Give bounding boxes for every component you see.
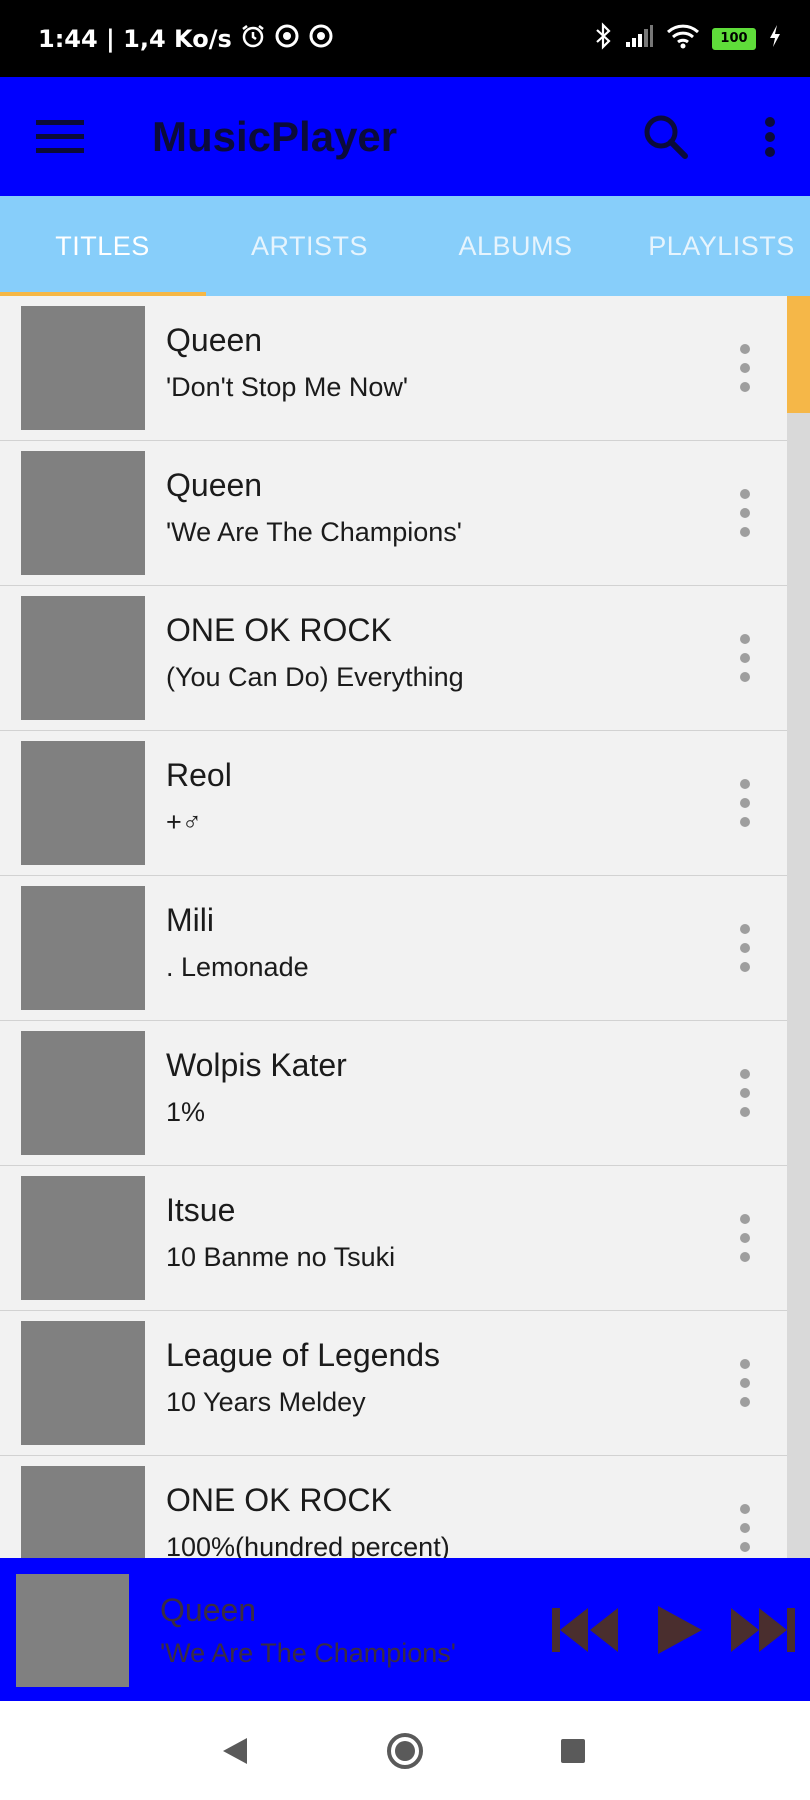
battery-icon: 100 xyxy=(712,27,756,50)
song-artist: ONE OK ROCK xyxy=(166,612,392,648)
more-vert-icon[interactable] xyxy=(730,779,760,827)
back-icon[interactable] xyxy=(205,1701,265,1800)
more-vert-icon[interactable] xyxy=(740,107,800,167)
song-row[interactable]: ONE OK ROCK (You Can Do) Everything xyxy=(0,586,787,731)
album-art xyxy=(21,1321,145,1445)
song-title: 'We Are The Champions' xyxy=(166,517,462,547)
play-icon[interactable] xyxy=(656,1558,704,1701)
notification-icon xyxy=(308,23,334,55)
wifi-icon xyxy=(666,23,700,54)
recents-icon[interactable] xyxy=(543,1701,603,1800)
signal-icon xyxy=(624,24,654,53)
album-art xyxy=(21,306,145,430)
notification-icon xyxy=(274,23,300,55)
status-time: 1:44 | 1,4 Ko/s xyxy=(38,24,232,53)
now-playing-album-art xyxy=(16,1574,129,1687)
charging-icon xyxy=(768,24,782,53)
song-title: (You Can Do) Everything xyxy=(166,662,464,692)
more-vert-icon[interactable] xyxy=(730,1504,760,1552)
album-art xyxy=(21,1466,145,1558)
song-artist: Wolpis Kater xyxy=(166,1047,347,1083)
song-title: 'Don't Stop Me Now' xyxy=(166,372,409,402)
tab-bar: TITLES ARTISTS ALBUMS PLAYLISTS xyxy=(0,196,810,296)
album-art xyxy=(21,1176,145,1300)
bluetooth-icon xyxy=(594,22,612,55)
more-vert-icon[interactable] xyxy=(730,1214,760,1262)
album-art xyxy=(21,451,145,575)
more-vert-icon[interactable] xyxy=(730,924,760,972)
song-title: . Lemonade xyxy=(166,952,309,982)
home-icon[interactable] xyxy=(375,1701,435,1800)
song-row[interactable]: League of Legends 10 Years Meldey xyxy=(0,1311,787,1456)
scrollbar-thumb[interactable] xyxy=(787,296,810,413)
album-art xyxy=(21,1031,145,1155)
song-artist: Queen xyxy=(166,322,263,358)
song-artist: Mili xyxy=(166,902,214,938)
more-vert-icon[interactable] xyxy=(730,1359,760,1407)
search-icon[interactable] xyxy=(636,107,696,167)
now-playing-artist: Queen xyxy=(160,1592,257,1628)
tab-albums[interactable]: ALBUMS xyxy=(413,196,618,296)
app-title: MusicPlayer xyxy=(152,113,398,160)
song-title: 1% xyxy=(166,1097,206,1127)
skip-previous-icon[interactable] xyxy=(552,1558,620,1701)
song-artist: League of Legends xyxy=(166,1337,441,1373)
album-art xyxy=(21,741,145,865)
tab-playlists[interactable]: PLAYLISTS xyxy=(619,196,810,296)
song-artist: Queen xyxy=(166,467,263,503)
song-list[interactable]: Queen 'Don't Stop Me Now' Queen 'We Are … xyxy=(0,296,787,1558)
tab-titles[interactable]: TITLES xyxy=(0,196,205,296)
alarm-icon xyxy=(240,23,266,55)
song-row[interactable]: Reol +♂ xyxy=(0,731,787,876)
more-vert-icon[interactable] xyxy=(730,344,760,392)
song-title: 10 Banme no Tsuki xyxy=(166,1242,396,1272)
more-vert-icon[interactable] xyxy=(730,1069,760,1117)
song-title: +♂ xyxy=(166,807,203,837)
hamburger-menu-icon[interactable] xyxy=(30,107,90,167)
now-playing-bar[interactable]: Queen 'We Are The Champions' xyxy=(0,1558,810,1701)
more-vert-icon[interactable] xyxy=(730,489,760,537)
song-row[interactable]: ONE OK ROCK 100%(hundred percent) xyxy=(0,1456,787,1558)
song-row[interactable]: Queen 'We Are The Champions' xyxy=(0,441,787,586)
song-artist: Itsue xyxy=(166,1192,236,1228)
system-nav-bar xyxy=(0,1701,810,1800)
song-artist: ONE OK ROCK xyxy=(166,1482,392,1518)
song-row[interactable]: Mili . Lemonade xyxy=(0,876,787,1021)
song-artist: Reol xyxy=(166,757,232,793)
more-vert-icon[interactable] xyxy=(730,634,760,682)
song-row[interactable]: Wolpis Kater 1% xyxy=(0,1021,787,1166)
song-row[interactable]: Itsue 10 Banme no Tsuki xyxy=(0,1166,787,1311)
song-row[interactable]: Queen 'Don't Stop Me Now' xyxy=(0,296,787,441)
skip-next-icon[interactable] xyxy=(731,1558,797,1701)
scrollbar-track[interactable] xyxy=(787,296,810,1558)
app-bar: MusicPlayer xyxy=(0,77,810,196)
song-title: 10 Years Meldey xyxy=(166,1387,366,1417)
tab-artists[interactable]: ARTISTS xyxy=(207,196,412,296)
album-art xyxy=(21,596,145,720)
now-playing-title: 'We Are The Champions' xyxy=(160,1638,456,1668)
album-art xyxy=(21,886,145,1010)
status-bar: 1:44 | 1,4 Ko/s 100 xyxy=(0,0,810,77)
song-title: 100%(hundred percent) xyxy=(166,1532,450,1558)
